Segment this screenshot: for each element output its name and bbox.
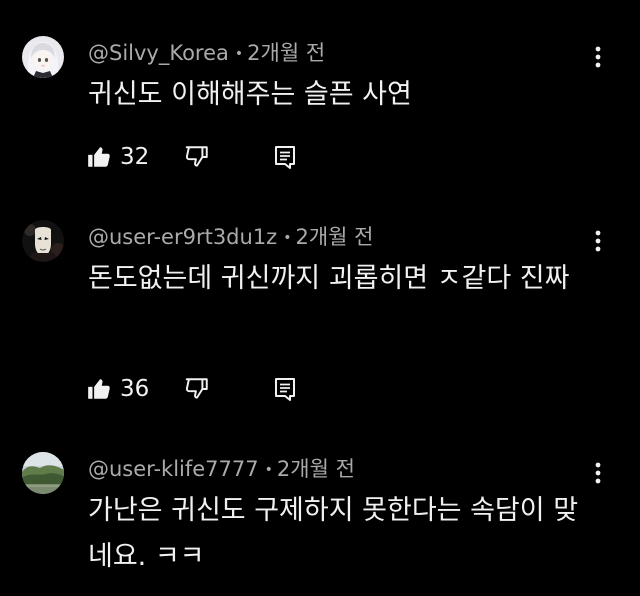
author-name[interactable]: @user-klife7777 bbox=[88, 457, 259, 481]
avatar-landscape-icon bbox=[22, 452, 64, 494]
meta-separator: • bbox=[264, 462, 273, 478]
more-vertical-icon bbox=[595, 462, 601, 484]
avatar[interactable] bbox=[22, 452, 64, 494]
more-options-button[interactable] bbox=[584, 458, 612, 488]
comment-text: 가난은 귀신도 구제하지 못한다는 속담이 맞네요. ㅋㅋ bbox=[88, 495, 579, 572]
comment-time[interactable]: 2개월 전 bbox=[277, 457, 355, 481]
comment-meta: @user-klife7777 • 2개월 전 bbox=[88, 456, 355, 483]
comment-item: @user-klife7777 • 2개월 전 가난은 귀신도 구제하지 못한다는 … bbox=[0, 0, 640, 596]
